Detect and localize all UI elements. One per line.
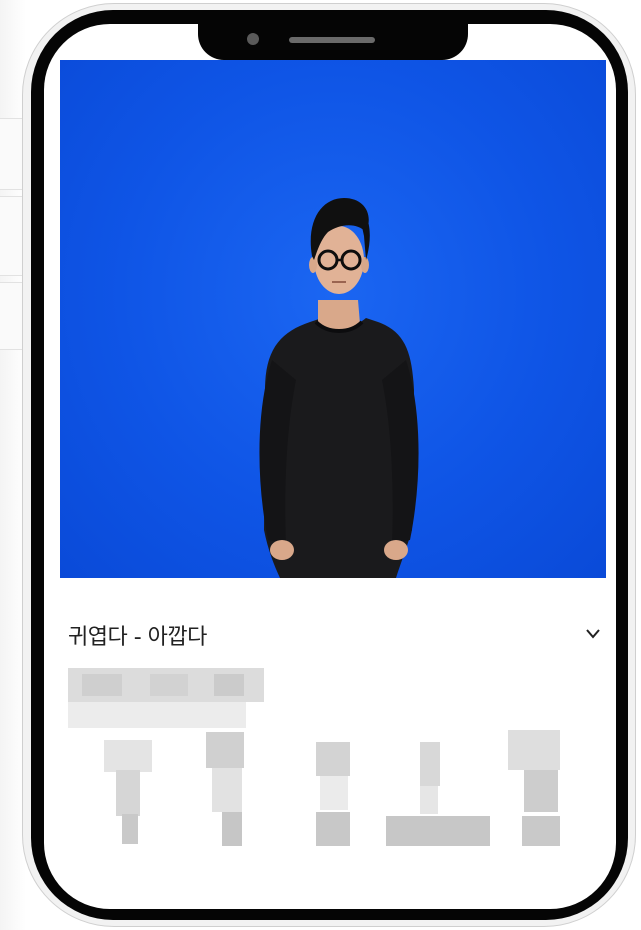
background-page-tab (0, 282, 22, 350)
screenshot-canvas: 귀엽다 - 아깝다 (0, 0, 641, 930)
sign-video-player[interactable] (60, 60, 606, 578)
phone-notch (198, 18, 468, 60)
background-page-tab (0, 118, 22, 190)
left-hand (270, 540, 294, 560)
right-hand (384, 540, 408, 560)
neck (318, 300, 360, 330)
signer-figure (259, 198, 419, 578)
earpiece-speaker (289, 37, 375, 43)
chevron-down-icon[interactable] (582, 622, 604, 644)
front-camera-icon (247, 33, 259, 45)
background-page-tab (0, 196, 22, 276)
sign-title: 귀엽다 - 아깝다 (68, 625, 207, 650)
